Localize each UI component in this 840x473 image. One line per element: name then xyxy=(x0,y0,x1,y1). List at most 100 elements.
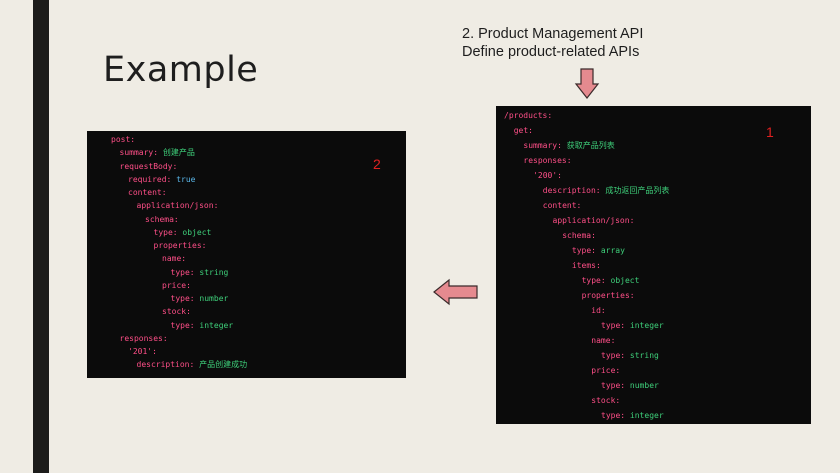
code-key: schema: xyxy=(145,214,179,224)
code-key: application/json: xyxy=(552,216,635,225)
code-line: application/json: xyxy=(137,200,219,212)
code-line: content: xyxy=(128,187,167,199)
code-line: properties: xyxy=(582,290,635,302)
code-key: name: xyxy=(162,254,187,264)
code-line: '201': xyxy=(128,346,157,358)
code-value: array xyxy=(600,246,625,255)
code-line: description: 成功返回产品列表 xyxy=(543,185,670,197)
code-value: integer xyxy=(629,321,664,330)
code-value: 产品创建成功 xyxy=(199,360,248,370)
left-accent-bar xyxy=(33,0,49,473)
code-key: stock: xyxy=(162,307,191,317)
code-line: summary: 获取产品列表 xyxy=(523,140,614,152)
code-line: properties: xyxy=(154,240,207,252)
code-key: responses: xyxy=(523,156,572,165)
code-line: application/json: xyxy=(553,215,635,227)
code-key: items: xyxy=(571,261,601,270)
code-line: type: object xyxy=(154,227,212,239)
code-key: content: xyxy=(542,201,582,210)
code-line: type: string xyxy=(171,267,229,279)
code-key: type: xyxy=(153,227,178,237)
code-key: application/json: xyxy=(136,201,219,211)
code-line: responses: xyxy=(523,155,571,167)
code-value: 创建产品 xyxy=(162,148,195,158)
code-line: type: integer xyxy=(601,320,664,332)
code-key: price: xyxy=(591,366,621,375)
code-key: price: xyxy=(162,280,191,290)
code-key: requestBody: xyxy=(119,161,178,171)
arrow-left-shape xyxy=(433,278,478,306)
panel-number-badge: 2 xyxy=(373,156,381,172)
code-line: '200': xyxy=(533,170,562,182)
code-line: requestBody: xyxy=(120,161,178,173)
api-description: 2. Product Management API Define product… xyxy=(462,25,643,61)
code-line: name: xyxy=(591,335,615,347)
code-value: string xyxy=(199,267,229,277)
code-value: string xyxy=(629,351,659,360)
code-key: content: xyxy=(128,188,167,197)
code-key: type: xyxy=(601,411,626,420)
code-line: type: object xyxy=(582,275,640,287)
code-line: summary: 创建产品 xyxy=(120,147,195,159)
code-value: true xyxy=(176,174,196,184)
code-key: type: xyxy=(170,294,195,303)
code-key: description: xyxy=(136,360,195,370)
code-key: get: xyxy=(513,126,533,135)
code-value: integer xyxy=(629,411,664,420)
code-key: description: xyxy=(542,186,601,195)
code-key: type: xyxy=(170,267,195,277)
panel-number-badge: 1 xyxy=(766,124,774,140)
code-line: price: xyxy=(162,280,191,292)
code-key: type: xyxy=(601,381,626,390)
code-key: type: xyxy=(581,276,606,285)
code-line: stock: xyxy=(162,306,191,318)
code-key: name: xyxy=(591,336,616,345)
code-line: type: number xyxy=(601,380,659,392)
code-line: name: xyxy=(162,253,186,265)
api-description-line-2: Define product-related APIs xyxy=(462,44,640,60)
code-key: type: xyxy=(601,321,626,330)
arrow-left-icon xyxy=(433,278,478,306)
code-key: '200': xyxy=(533,171,562,180)
code-key: properties: xyxy=(581,291,635,300)
code-line: required: true xyxy=(128,174,195,186)
arrow-down-shape xyxy=(574,68,600,99)
code-value: integer xyxy=(199,320,234,330)
code-panel-post: 2 post: summary: 创建产品 requestBody: required… xyxy=(87,131,406,378)
code-panel-get: 1 /products: get: summary: 获取产品列表 responses… xyxy=(496,106,811,424)
code-key: summary: xyxy=(523,141,562,150)
code-key: schema: xyxy=(562,231,596,240)
code-line: post: xyxy=(111,134,135,146)
arrow-down-icon xyxy=(574,68,600,99)
code-line: schema: xyxy=(562,230,596,242)
code-line: /products: xyxy=(504,110,552,122)
code-line: type: array xyxy=(572,245,625,257)
slide-title: Example xyxy=(103,50,259,90)
code-line: price: xyxy=(591,365,620,377)
code-key: responses: xyxy=(119,333,168,343)
code-line: type: integer xyxy=(171,320,234,332)
code-key: '201': xyxy=(128,347,157,356)
code-value: number xyxy=(199,294,229,303)
code-key: post: xyxy=(111,135,136,144)
code-value: number xyxy=(629,381,659,390)
api-description-line-1: 2. Product Management API xyxy=(462,26,644,42)
code-key: required: xyxy=(128,174,172,184)
code-line: type: integer xyxy=(601,410,664,422)
code-key: type: xyxy=(601,351,626,360)
code-key: stock: xyxy=(591,396,621,405)
code-key: type: xyxy=(170,320,195,330)
code-value: object xyxy=(182,227,212,237)
code-key: id: xyxy=(591,306,606,315)
code-line: content: xyxy=(543,200,582,212)
code-line: description: 产品创建成功 xyxy=(137,359,248,371)
code-value: 成功返回产品列表 xyxy=(605,186,670,195)
code-key: summary: xyxy=(119,148,159,158)
code-line: id: xyxy=(591,305,605,317)
code-line: type: string xyxy=(601,350,659,362)
code-line: type: number xyxy=(171,293,229,305)
code-value: object xyxy=(610,276,640,285)
code-line: stock: xyxy=(591,395,620,407)
code-key: /products: xyxy=(504,111,553,120)
code-line: get: xyxy=(514,125,533,137)
